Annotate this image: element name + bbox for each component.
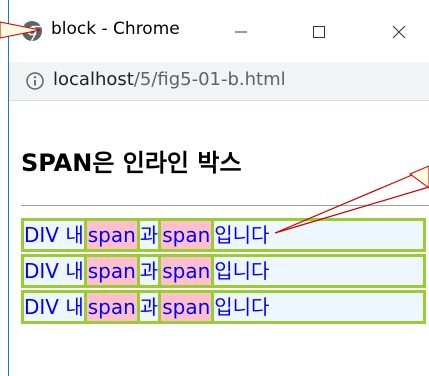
span-joiner: 과 xyxy=(139,223,159,247)
div-row: DIV 내 span 과 span 입니다 xyxy=(21,290,426,324)
div-row: DIV 내 span 과 span 입니다 xyxy=(21,254,426,288)
horizontal-rule xyxy=(21,205,429,206)
page-content: SPAN은 인라인 박스 DIV 내 span 과 span 입니다 DIV 내… xyxy=(9,101,429,376)
div-text: DIV 내 xyxy=(24,259,84,283)
div-row: DIV 내 span 과 span 입니다 xyxy=(21,218,426,252)
address-bar[interactable]: localhost/5/fig5-01-b.html xyxy=(9,62,429,101)
minimize-button[interactable] xyxy=(221,14,261,50)
maximize-button[interactable] xyxy=(299,14,339,50)
url-path: /5/fig5-01-b.html xyxy=(133,69,286,90)
div-list: DIV 내 span 과 span 입니다 DIV 내 span 과 span … xyxy=(21,218,426,326)
span-box: span xyxy=(158,221,215,249)
close-button[interactable] xyxy=(379,14,419,50)
div-text: DIV 내 xyxy=(24,223,84,247)
close-icon xyxy=(392,25,406,39)
browser-window: block - Chrome localhost/5/fig5-01-b.htm… xyxy=(8,0,429,376)
minimize-icon xyxy=(235,31,247,33)
info-icon[interactable] xyxy=(25,71,45,91)
div-text: DIV 내 xyxy=(24,295,84,319)
span-box: span xyxy=(83,257,140,285)
title-bar: block - Chrome xyxy=(9,0,429,62)
page-title: SPAN은 인라인 박스 xyxy=(21,149,242,177)
row-end-text: 입니다 xyxy=(214,295,270,319)
chrome-icon xyxy=(21,20,43,42)
span-joiner: 과 xyxy=(139,295,159,319)
row-end-text: 입니다 xyxy=(214,223,270,247)
url-host: localhost xyxy=(53,69,134,90)
maximize-icon xyxy=(313,26,325,38)
row-end-text: 입니다 xyxy=(214,259,270,283)
span-box: span xyxy=(158,257,215,285)
span-box: span xyxy=(83,221,140,249)
span-box: span xyxy=(83,293,140,321)
url-text[interactable]: localhost/5/fig5-01-b.html xyxy=(53,69,286,90)
span-box: span xyxy=(158,293,215,321)
window-title: block - Chrome xyxy=(51,19,180,39)
span-joiner: 과 xyxy=(139,259,159,283)
